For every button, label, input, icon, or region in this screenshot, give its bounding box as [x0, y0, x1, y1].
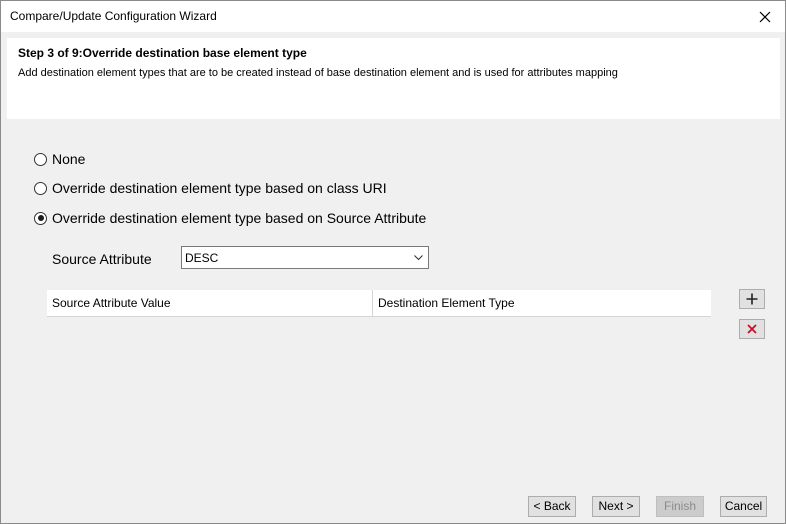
radio-label: Override destination element type based …: [52, 210, 427, 226]
source-attribute-label: Source Attribute: [52, 251, 152, 267]
plus-icon: [746, 293, 758, 305]
step-title: Step 3 of 9:Override destination base el…: [18, 46, 307, 60]
mapping-table: Source Attribute Value Destination Eleme…: [47, 290, 711, 317]
wizard-window: Compare/Update Configuration Wizard Step…: [0, 0, 786, 524]
finish-button[interactable]: Finish: [656, 496, 704, 517]
add-row-button[interactable]: [739, 289, 765, 309]
close-icon: [759, 11, 771, 22]
dropdown-value: DESC: [185, 251, 219, 265]
delete-row-button[interactable]: [739, 319, 765, 339]
radio-option-source-attribute[interactable]: Override destination element type based …: [34, 210, 426, 226]
radio-option-class-uri[interactable]: Override destination element type based …: [34, 180, 387, 196]
radio-button-selected[interactable]: [34, 211, 47, 225]
radio-button[interactable]: [34, 152, 47, 166]
chevron-down-icon: [414, 255, 423, 261]
back-button[interactable]: < Back: [528, 496, 576, 517]
step-description: Add destination element types that are t…: [18, 67, 618, 79]
title-bar: Compare/Update Configuration Wizard: [1, 1, 785, 32]
column-header-source-value[interactable]: Source Attribute Value: [47, 290, 373, 316]
column-header-destination-type[interactable]: Destination Element Type: [373, 290, 711, 316]
window-title: Compare/Update Configuration Wizard: [10, 9, 217, 23]
radio-label: None: [52, 151, 86, 167]
radio-option-none[interactable]: None: [34, 151, 85, 167]
radio-button[interactable]: [34, 181, 47, 195]
radio-label: Override destination element type based …: [52, 180, 387, 196]
next-button[interactable]: Next >: [592, 496, 640, 517]
delete-x-icon: [747, 324, 757, 334]
close-button[interactable]: [745, 1, 785, 32]
step-header: Step 3 of 9:Override destination base el…: [7, 38, 780, 119]
source-attribute-dropdown[interactable]: DESC: [181, 246, 429, 269]
cancel-button[interactable]: Cancel: [720, 496, 767, 517]
